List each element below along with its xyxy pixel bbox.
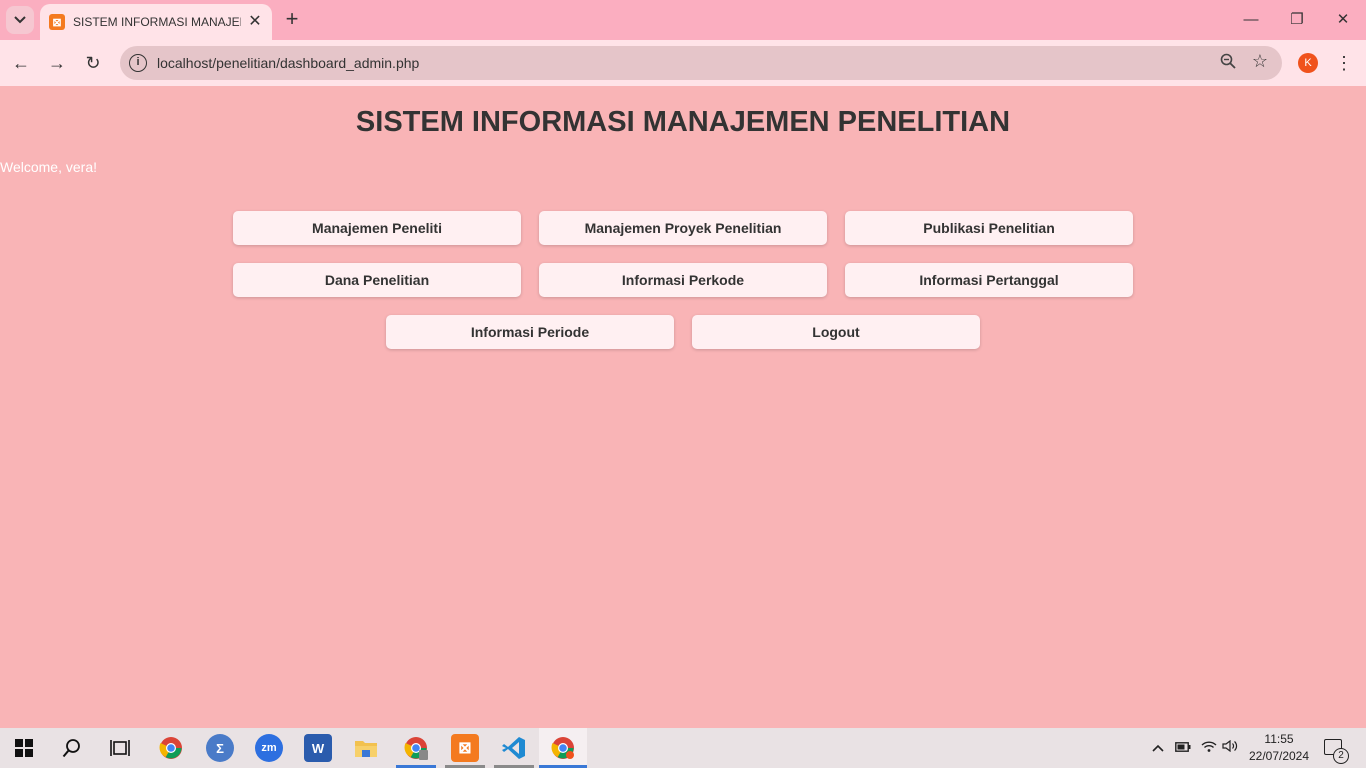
page-title: SISTEM INFORMASI MANAJEMEN PENELITIAN xyxy=(355,106,1011,138)
restore-window-icon[interactable]: ❐ xyxy=(1282,8,1312,32)
xampp-app-icon[interactable]: ⊠ xyxy=(451,734,479,762)
manajemen-peneliti-button[interactable]: Manajemen Peneliti xyxy=(233,211,521,245)
address-bar[interactable]: i localhost/penelitian/dashboard_admin.p… xyxy=(120,46,1282,80)
page-content: SISTEM INFORMASI MANAJEMEN PENELITIAN We… xyxy=(0,86,1366,728)
chevron-down-icon xyxy=(14,16,26,24)
profile-avatar[interactable]: K xyxy=(1298,53,1318,73)
clock-date: 22/07/2024 xyxy=(1248,749,1310,763)
search-icon[interactable] xyxy=(58,734,86,762)
reload-icon[interactable]: ↻ xyxy=(80,50,106,76)
welcome-message: Welcome, vera! xyxy=(0,159,97,175)
wifi-icon[interactable] xyxy=(1201,740,1217,755)
zoom-app-icon[interactable]: zm xyxy=(255,734,283,762)
informasi-perkode-button[interactable]: Informasi Perkode xyxy=(539,263,827,297)
browser-menu-icon[interactable]: ⋮ xyxy=(1334,51,1354,75)
url-text[interactable]: localhost/penelitian/dashboard_admin.php xyxy=(157,55,419,71)
logout-button[interactable]: Logout xyxy=(692,315,980,349)
chrome-active-icon[interactable] xyxy=(549,734,577,762)
tab-title: SISTEM INFORMASI MANAJEMEN PENELITIAN xyxy=(73,15,241,29)
xampp-favicon-icon: ⊠ xyxy=(49,14,65,30)
site-info-icon[interactable]: i xyxy=(129,54,147,72)
windows-taskbar: Σ zm W ⊠ 11:55 22/07/2024 2 xyxy=(0,728,1366,768)
vscode-icon[interactable] xyxy=(500,734,528,762)
close-window-icon[interactable]: ✕ xyxy=(1328,8,1358,32)
chrome-icon[interactable] xyxy=(157,734,185,762)
taskbar-clock[interactable]: 11:55 22/07/2024 xyxy=(1244,731,1314,765)
tab-search-button[interactable] xyxy=(6,6,34,34)
tray-chevron-up-icon[interactable] xyxy=(1152,740,1164,755)
clock-time: 11:55 xyxy=(1264,732,1294,746)
back-arrow-icon[interactable]: ← xyxy=(8,50,34,76)
calculator-app-icon[interactable]: Σ xyxy=(206,734,234,762)
manajemen-proyek-penelitian-button[interactable]: Manajemen Proyek Penelitian xyxy=(539,211,827,245)
task-view-icon[interactable] xyxy=(106,734,134,762)
chrome-profile-icon[interactable] xyxy=(402,734,430,762)
windows-start-icon[interactable] xyxy=(10,734,38,762)
dana-penelitian-button[interactable]: Dana Penelitian xyxy=(233,263,521,297)
publikasi-penelitian-button[interactable]: Publikasi Penelitian xyxy=(845,211,1133,245)
notification-count-badge: 2 xyxy=(1333,748,1349,764)
informasi-periode-button[interactable]: Informasi Periode xyxy=(386,315,674,349)
battery-icon[interactable] xyxy=(1175,740,1191,755)
new-tab-button[interactable]: + xyxy=(280,8,304,32)
close-tab-icon[interactable]: ✕ xyxy=(246,13,264,31)
zoom-icon[interactable] xyxy=(1220,53,1236,74)
browser-toolbar: ← → ↻ i localhost/penelitian/dashboard_a… xyxy=(0,40,1366,86)
file-explorer-icon[interactable] xyxy=(352,734,380,762)
bookmark-star-icon[interactable]: ☆ xyxy=(1252,51,1268,72)
volume-icon[interactable] xyxy=(1222,739,1238,755)
tab-bar: ⊠ SISTEM INFORMASI MANAJEMEN PENELITIAN … xyxy=(0,0,1366,40)
informasi-pertanggal-button[interactable]: Informasi Pertanggal xyxy=(845,263,1133,297)
word-app-icon[interactable]: W xyxy=(304,734,332,762)
browser-tab[interactable]: ⊠ SISTEM INFORMASI MANAJEMEN PENELITIAN … xyxy=(40,4,272,40)
minimize-window-icon[interactable]: — xyxy=(1236,8,1266,32)
forward-arrow-icon[interactable]: → xyxy=(44,50,70,76)
